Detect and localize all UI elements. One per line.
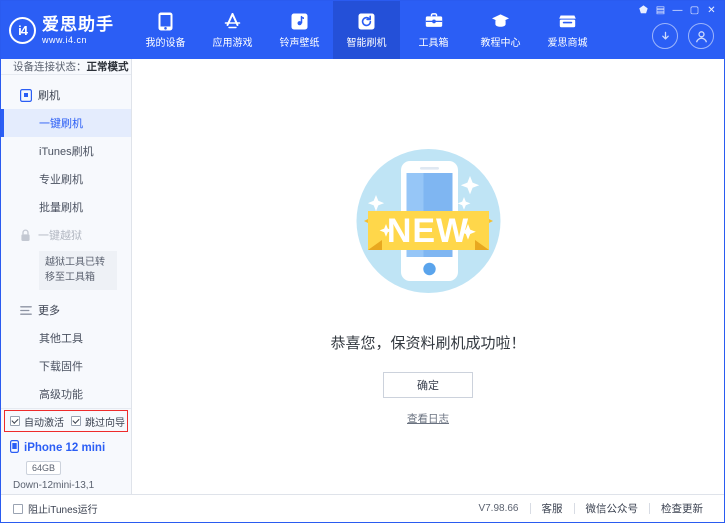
sidebar-options: 自动激活 跳过向导: [1, 408, 131, 433]
brand-logo: i4 爱思助手 www.i4.cn: [1, 1, 132, 59]
status-links: V7.98.66 客服 微信公众号 检查更新: [467, 501, 714, 516]
block-itunes-label: 阻止iTunes运行: [28, 501, 98, 516]
music-icon: [290, 12, 309, 31]
sidebar-item-label: 一键刷机: [39, 115, 83, 131]
nav-item-my-device[interactable]: 我的设备: [132, 1, 199, 59]
brand-url: www.i4.cn: [42, 36, 114, 45]
app-window: i4 爱思助手 www.i4.cn 我的设备 应用游戏: [0, 0, 725, 523]
sidebar-footer: 自动激活 跳过向导 iPhone 12 mini 64: [1, 408, 131, 499]
nav-label: 我的设备: [146, 34, 186, 49]
device-capacity: 64GB: [26, 461, 61, 475]
jailbreak-tooltip: 越狱工具已转移至工具箱: [39, 251, 117, 290]
header-actions: [652, 23, 714, 49]
sidebar-group-label: 更多: [38, 302, 60, 318]
sidebar-item-label: 专业刷机: [39, 171, 83, 187]
success-message: 恭喜您，保资料刷机成功啦！: [330, 332, 525, 353]
list-icon: [19, 304, 32, 317]
device-name: iPhone 12 mini: [24, 442, 105, 454]
title-bar: i4 爱思助手 www.i4.cn 我的设备 应用游戏: [1, 1, 724, 59]
refresh-icon: [357, 12, 376, 31]
sidebar-item-download-firmware[interactable]: 下载固件: [1, 352, 131, 380]
toolbox-icon: [424, 12, 443, 31]
logo-mark-icon: i4: [9, 17, 36, 44]
nav-label: 铃声壁纸: [280, 34, 320, 49]
sidebar-item-label: 下载固件: [39, 358, 83, 374]
auto-activate-label: 自动激活: [24, 414, 64, 429]
brand-name: 爱思助手: [42, 16, 114, 33]
account-icon[interactable]: [688, 23, 714, 49]
sidebar-item-batch-flash[interactable]: 批量刷机: [1, 193, 131, 221]
nav-item-smart-flash[interactable]: 智能刷机: [333, 1, 400, 59]
checkbox-icon: [71, 416, 81, 426]
sidebar-group-flash[interactable]: 刷机: [1, 81, 131, 109]
block-itunes-checkbox[interactable]: 阻止iTunes运行: [13, 501, 98, 516]
maximize-icon[interactable]: ▢: [686, 3, 703, 17]
checkbox-icon: [13, 504, 23, 514]
nav-label: 教程中心: [481, 34, 521, 49]
nav-label: 爱思商城: [548, 34, 588, 49]
nav-item-tutorial-center[interactable]: 教程中心: [467, 1, 534, 59]
nav-item-apps-games[interactable]: 应用游戏: [199, 1, 266, 59]
nav-label: 应用游戏: [213, 34, 253, 49]
lock-icon: [19, 229, 32, 242]
sidebar-item-label: 批量刷机: [39, 199, 83, 215]
sidebar-item-other-tools[interactable]: 其他工具: [1, 324, 131, 352]
customer-service-link[interactable]: 客服: [531, 501, 574, 516]
svg-text:NEW: NEW: [386, 212, 468, 250]
connection-status-value: 正常模式: [87, 59, 129, 74]
appstore-icon: [223, 12, 242, 31]
sidebar: 设备连接状态：正常模式 刷机 一键刷机 iTunes刷机 专业刷机: [1, 59, 132, 494]
sidebar-group-label: 刷机: [38, 87, 60, 103]
content-area: 设备连接状态：正常模式 刷机 一键刷机 iTunes刷机 专业刷机: [1, 59, 724, 494]
graduation-icon: [491, 12, 510, 31]
sidebar-item-label: 其他工具: [39, 330, 83, 346]
window-controls: ⬟ ▤ — ▢ ✕: [635, 3, 720, 17]
sidebar-item-one-key-flash[interactable]: 一键刷机: [1, 109, 131, 137]
close-icon[interactable]: ✕: [703, 3, 720, 17]
version-label: V7.98.66: [467, 503, 529, 514]
device-name-row: iPhone 12 mini: [10, 440, 131, 456]
sidebar-menu: 刷机 一键刷机 iTunes刷机 专业刷机 批量刷机: [1, 75, 131, 408]
skip-wizard-label: 跳过向导: [85, 414, 125, 429]
sidebar-group-label: 一键越狱: [38, 227, 82, 243]
main-nav: 我的设备 应用游戏 铃声壁纸 智能刷机: [132, 1, 601, 59]
phone-small-icon: [10, 440, 19, 456]
nav-item-toolbox[interactable]: 工具箱: [400, 1, 467, 59]
skip-wizard-checkbox[interactable]: 跳过向导: [71, 414, 125, 429]
connection-status: 设备连接状态：正常模式: [1, 59, 131, 75]
sidebar-item-itunes-flash[interactable]: iTunes刷机: [1, 137, 131, 165]
wechat-link[interactable]: 微信公众号: [575, 501, 650, 516]
sidebar-item-pro-flash[interactable]: 专业刷机: [1, 165, 131, 193]
pin-icon[interactable]: ⬟: [635, 3, 652, 17]
nav-item-ringtones-wallpaper[interactable]: 铃声壁纸: [266, 1, 333, 59]
device-info[interactable]: iPhone 12 mini 64GB Down-12mini-13,1: [1, 433, 131, 499]
phone-icon: [156, 12, 175, 31]
check-update-link[interactable]: 检查更新: [650, 501, 714, 516]
view-log-link[interactable]: 查看日志: [407, 411, 449, 426]
device-identifier: Down-12mini-13,1: [13, 480, 131, 491]
sidebar-group-jailbreak: 一键越狱: [1, 221, 131, 249]
device-flash-icon: [19, 89, 32, 102]
sidebar-group-more[interactable]: 更多: [1, 296, 131, 324]
minimize-icon[interactable]: —: [669, 3, 686, 17]
auto-activate-checkbox[interactable]: 自动激活: [10, 414, 64, 429]
confirm-button[interactable]: 确定: [383, 372, 473, 398]
nav-item-store[interactable]: 爱思商城: [534, 1, 601, 59]
download-icon[interactable]: [652, 23, 678, 49]
menu-icon[interactable]: ▤: [652, 3, 669, 17]
main-panel: NEW 恭喜您，保资料刷机成功啦！ 确定 查看日志: [132, 59, 724, 494]
sidebar-item-label: iTunes刷机: [39, 143, 94, 159]
sidebar-item-label: 高级功能: [39, 386, 83, 402]
sidebar-item-advanced[interactable]: 高级功能: [1, 380, 131, 408]
nav-label: 工具箱: [419, 34, 449, 49]
nav-label: 智能刷机: [347, 34, 387, 49]
checkbox-icon: [10, 416, 20, 426]
new-badge-illustration: NEW: [342, 131, 515, 308]
store-icon: [558, 12, 577, 31]
connection-status-label: 设备连接状态：: [13, 59, 87, 74]
